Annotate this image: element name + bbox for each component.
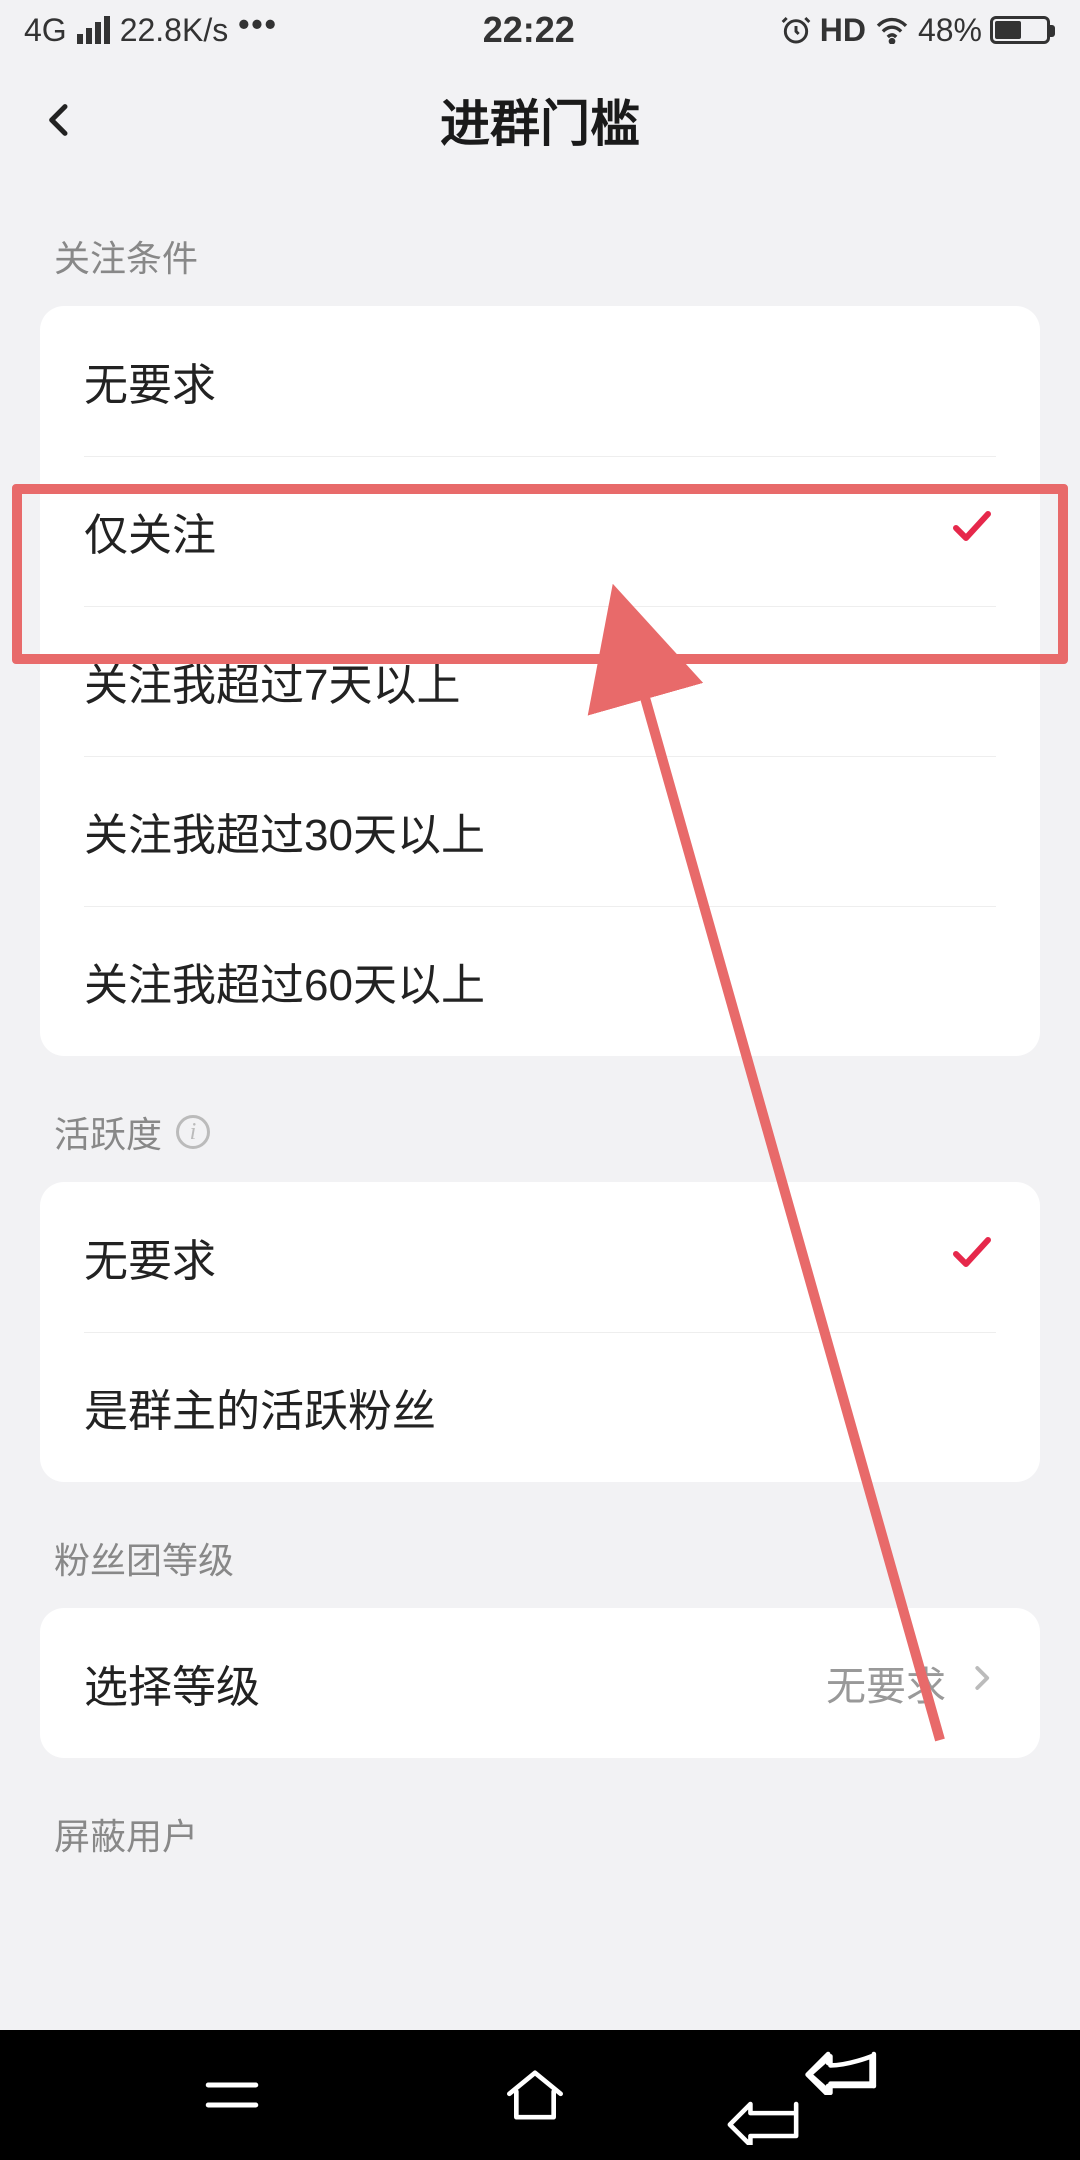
option-label: 关注我超过60天以上	[84, 949, 485, 1013]
battery-icon	[990, 16, 1050, 44]
section-header-activity: 活跃度 i	[40, 1056, 1040, 1182]
activity-options-group: 无要求 是群主的活跃粉丝	[40, 1182, 1040, 1482]
section-header-follow-label: 关注条件	[54, 230, 198, 282]
android-back-button[interactable]	[803, 2045, 883, 2145]
section-header-fanlevel-label: 粉丝团等级	[54, 1532, 234, 1584]
android-nav-bar	[0, 2030, 1080, 2160]
status-left: 4G 22.8K/s •••	[24, 12, 278, 49]
section-header-follow: 关注条件	[40, 180, 1040, 306]
status-bar: 4G 22.8K/s ••• 22:22 HD 48%	[0, 0, 1080, 60]
network-speed: 22.8K/s	[120, 12, 229, 49]
row-value: 无要求	[826, 1654, 946, 1712]
option-active-fan[interactable]: 是群主的活跃粉丝	[40, 1332, 1040, 1482]
check-icon	[948, 502, 996, 561]
wifi-icon	[874, 16, 910, 44]
option-follow-60days[interactable]: 关注我超过60天以上	[40, 906, 1040, 1056]
option-follow-7days[interactable]: 关注我超过7天以上	[40, 606, 1040, 756]
section-header-blocked: 屏蔽用户	[40, 1758, 1040, 1870]
option-label: 无要求	[84, 349, 216, 413]
back-button[interactable]	[40, 100, 80, 140]
recent-apps-button[interactable]	[197, 2070, 267, 2120]
option-follow-only[interactable]: 仅关注	[40, 456, 1040, 606]
status-time: 22:22	[483, 9, 575, 51]
follow-options-group: 无要求 仅关注 关注我超过7天以上 关注我超过30天以上 关注我超过60天以上	[40, 306, 1040, 1056]
option-activity-none[interactable]: 无要求	[40, 1182, 1040, 1332]
nav-bar: 进群门槛	[0, 60, 1080, 180]
fanlevel-group: 选择等级 无要求	[40, 1608, 1040, 1758]
section-header-blocked-label: 屏蔽用户	[54, 1808, 198, 1860]
option-label: 关注我超过7天以上	[84, 649, 460, 713]
network-type: 4G	[24, 12, 67, 49]
select-level-row[interactable]: 选择等级 无要求	[40, 1608, 1040, 1758]
option-label: 仅关注	[84, 499, 216, 563]
alarm-icon	[780, 14, 812, 46]
check-icon	[948, 1228, 996, 1287]
option-label: 无要求	[84, 1225, 216, 1289]
page-title: 进群门槛	[440, 84, 640, 156]
hd-label: HD	[820, 12, 866, 49]
battery-percent: 48%	[918, 12, 982, 49]
chevron-right-icon	[966, 1658, 996, 1708]
option-label: 是群主的活跃粉丝	[84, 1375, 436, 1439]
option-no-requirement[interactable]: 无要求	[40, 306, 1040, 456]
more-dots-icon: •••	[238, 6, 278, 43]
section-header-activity-label: 活跃度	[54, 1106, 162, 1158]
option-label: 关注我超过30天以上	[84, 799, 485, 863]
info-icon[interactable]: i	[176, 1115, 210, 1149]
row-label: 选择等级	[84, 1651, 260, 1715]
option-follow-30days[interactable]: 关注我超过30天以上	[40, 756, 1040, 906]
status-right: HD 48%	[780, 12, 1050, 49]
home-button[interactable]	[500, 2065, 570, 2125]
signal-icon	[77, 16, 110, 44]
section-header-fanlevel: 粉丝团等级	[40, 1482, 1040, 1608]
